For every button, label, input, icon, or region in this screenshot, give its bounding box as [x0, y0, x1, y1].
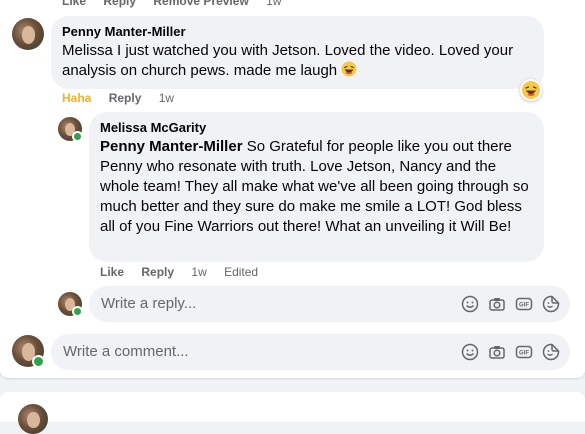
comment-input-placeholder: Write a comment... — [63, 343, 189, 360]
reply-input[interactable]: Write a reply... GIF — [89, 286, 570, 322]
previous-comment-actions: Like Reply Remove Preview 1w — [62, 0, 295, 8]
comment-text-content: Melissa I just watched you with Jetson. … — [62, 42, 514, 79]
like-link[interactable]: Like — [100, 265, 124, 279]
avatar-melissa[interactable] — [58, 117, 83, 142]
reply-bubble: Melissa McGarity Penny Manter-Miller So … — [89, 112, 544, 262]
next-post-card — [0, 392, 585, 434]
haha-reaction-badge[interactable] — [520, 79, 542, 101]
reply-input-icons: GIF — [461, 295, 560, 313]
reply-author[interactable]: Melissa McGarity — [100, 120, 206, 135]
haha-emoji-icon — [522, 81, 540, 99]
reply-actions: Like Reply 1w Edited — [100, 265, 272, 279]
comment-text: Melissa I just watched you with Jetson. … — [62, 41, 532, 81]
post-comments-card: Like Reply Remove Preview 1w Penny Mante… — [0, 0, 585, 378]
svg-text:GIF: GIF — [519, 351, 529, 357]
emoji-icon[interactable] — [461, 343, 479, 361]
camera-icon[interactable] — [488, 295, 506, 313]
timestamp[interactable]: 1w — [159, 91, 174, 105]
timestamp[interactable]: 1w — [191, 265, 206, 279]
mention-link[interactable]: Penny Manter-Miller — [100, 138, 243, 155]
comment-bubble: Penny Manter-Miller Melissa I just watch… — [51, 16, 544, 89]
camera-icon[interactable] — [488, 343, 506, 361]
reply-link[interactable]: Reply — [109, 91, 142, 105]
timestamp[interactable]: 1w — [266, 0, 281, 8]
emoji-icon[interactable] — [461, 295, 479, 313]
next-post-avatar[interactable] — [18, 404, 48, 434]
gif-icon[interactable]: GIF — [515, 295, 533, 313]
reply-input-placeholder: Write a reply... — [101, 295, 197, 312]
reply-link[interactable]: Reply — [103, 0, 136, 8]
reply-text: Penny Manter-Miller So Grateful for peop… — [100, 137, 532, 237]
svg-text:GIF: GIF — [519, 303, 529, 309]
current-user-avatar[interactable] — [12, 335, 45, 368]
online-status-indicator — [32, 355, 45, 368]
comment-input-icons: GIF — [461, 343, 560, 361]
comment-author[interactable]: Penny Manter-Miller — [62, 24, 186, 39]
laughing-emoji-icon — [341, 61, 357, 77]
sticker-icon[interactable] — [542, 295, 560, 313]
haha-reaction-link[interactable]: Haha — [62, 91, 91, 105]
reply-link[interactable]: Reply — [141, 265, 174, 279]
current-user-avatar[interactable] — [58, 292, 83, 317]
gif-icon[interactable]: GIF — [515, 343, 533, 361]
comment-input[interactable]: Write a comment... GIF — [51, 334, 570, 370]
sticker-icon[interactable] — [542, 343, 560, 361]
avatar-penny[interactable] — [12, 18, 44, 50]
edited-label: Edited — [224, 265, 259, 279]
online-status-indicator — [72, 131, 83, 142]
remove-preview-link[interactable]: Remove Preview — [153, 0, 248, 8]
comment-actions: Haha Reply 1w — [62, 91, 188, 105]
like-link[interactable]: Like — [62, 0, 86, 8]
online-status-indicator — [72, 306, 83, 317]
